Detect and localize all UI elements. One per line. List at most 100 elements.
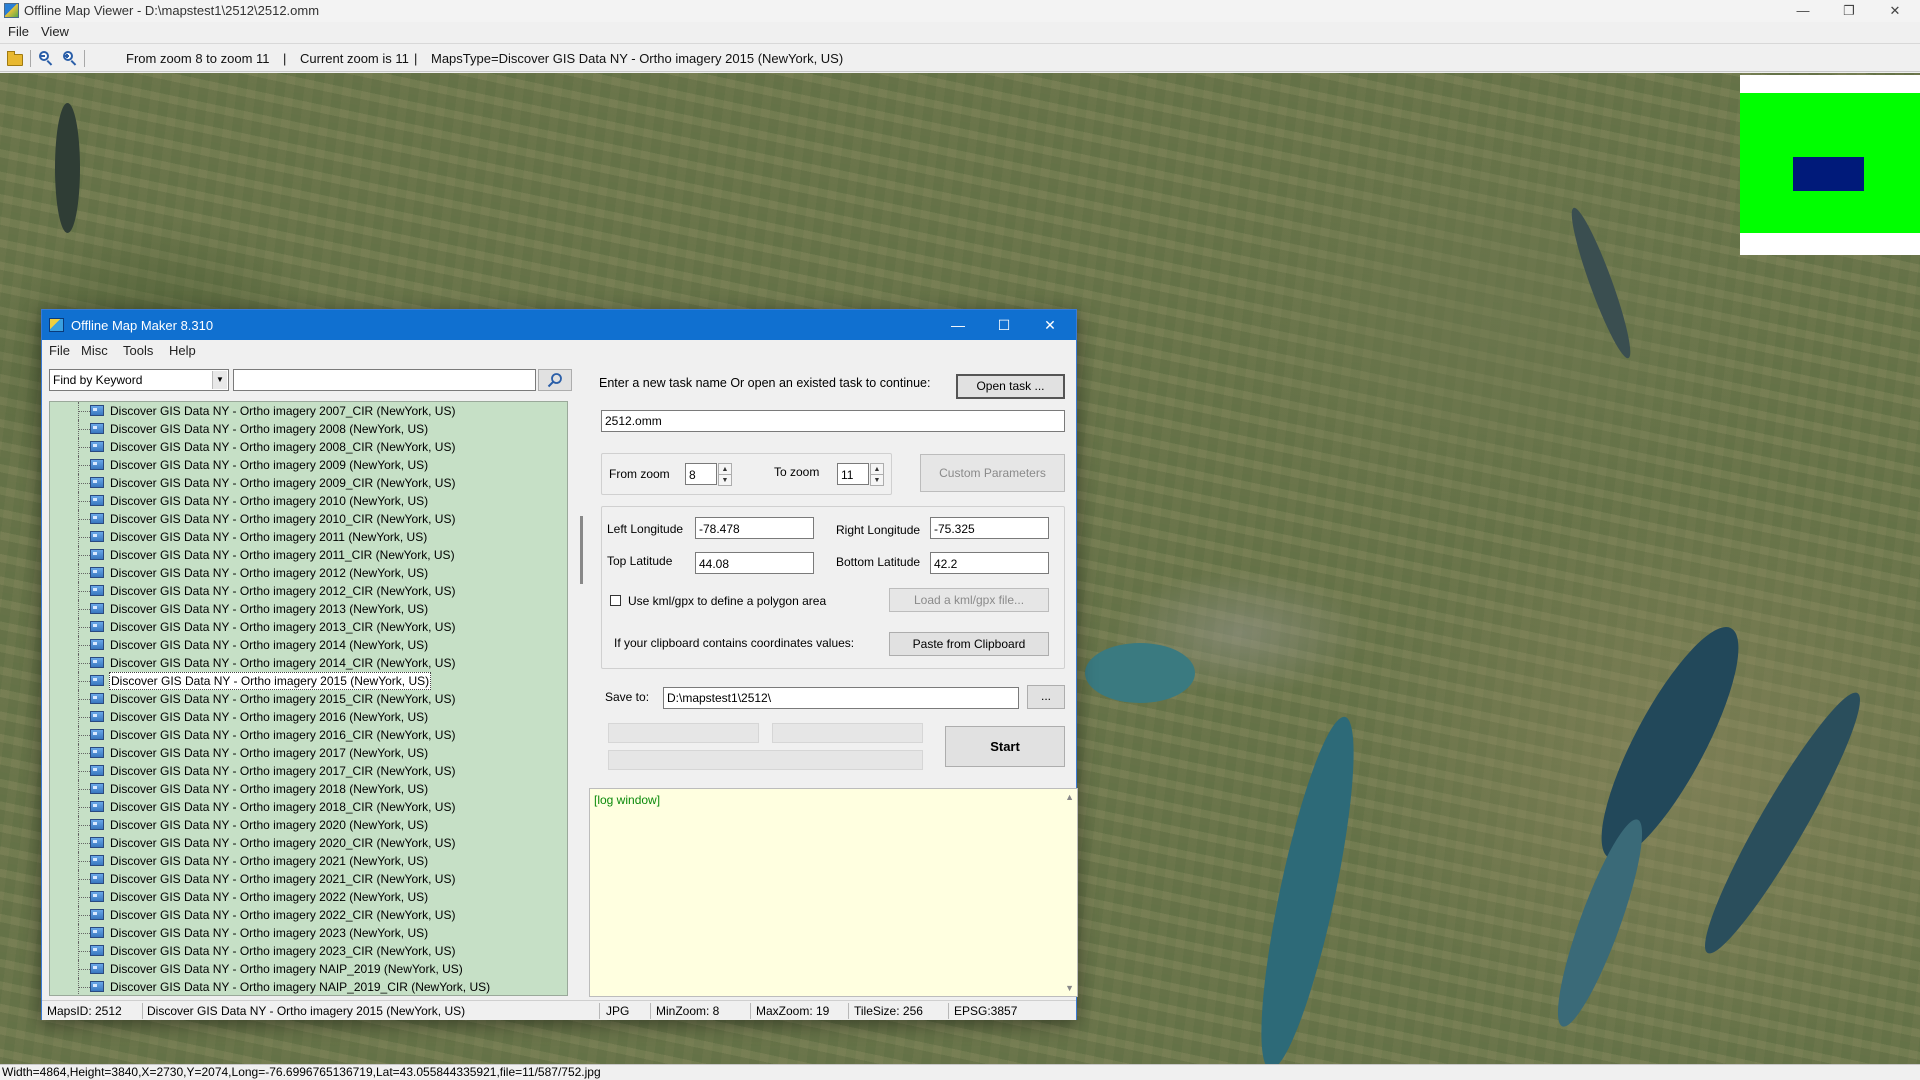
tree-item[interactable]: Discover GIS Data NY - Ortho imagery 202… — [50, 852, 550, 870]
tree-item-label: Discover GIS Data NY - Ortho imagery 201… — [110, 728, 456, 742]
tree-item-label: Discover GIS Data NY - Ortho imagery 201… — [110, 800, 456, 814]
map-layer-icon — [90, 729, 104, 740]
left-longitude-label: Left Longitude — [607, 522, 684, 536]
dialog-close-button[interactable]: ✕ — [1027, 310, 1073, 340]
tree-item[interactable]: Discover GIS Data NY - Ortho imagery 201… — [50, 510, 550, 528]
chevron-down-icon[interactable]: ▼ — [212, 371, 227, 389]
tree-item[interactable]: Discover GIS Data NY - Ortho imagery NAI… — [50, 978, 550, 995]
status-separator — [599, 1003, 600, 1019]
save-path-input[interactable]: D:\mapstest1\2512\ — [663, 687, 1019, 709]
tree-connector — [78, 915, 90, 916]
tree-scrollbar-thumb[interactable] — [580, 516, 583, 584]
close-button[interactable]: ✕ — [1872, 0, 1918, 22]
left-longitude-input[interactable]: -78.478 — [695, 517, 814, 539]
tree-item[interactable]: Discover GIS Data NY - Ortho imagery 201… — [50, 744, 550, 762]
tree-item[interactable]: Discover GIS Data NY - Ortho imagery 200… — [50, 420, 550, 438]
start-button[interactable]: Start — [945, 726, 1065, 767]
tree-item-label: Discover GIS Data NY - Ortho imagery 201… — [110, 620, 456, 634]
status-separator — [750, 1003, 751, 1019]
tree-item[interactable]: Discover GIS Data NY - Ortho imagery NAI… — [50, 960, 550, 978]
log-window[interactable]: [log window] ▲ ▼ — [589, 788, 1078, 997]
custom-parameters-button[interactable]: Custom Parameters — [920, 454, 1065, 492]
overview-minimap[interactable] — [1740, 75, 1920, 255]
tree-item[interactable]: Discover GIS Data NY - Ortho imagery 201… — [50, 726, 550, 744]
tree-connector — [78, 987, 90, 988]
tree-connector — [78, 645, 90, 646]
tree-item[interactable]: Discover GIS Data NY - Ortho imagery 201… — [50, 636, 550, 654]
dialog-menu-tools[interactable]: Tools — [123, 343, 153, 358]
tree-item[interactable]: Discover GIS Data NY - Ortho imagery 201… — [50, 762, 550, 780]
from-zoom-input[interactable]: 8 — [685, 463, 717, 485]
tree-item[interactable]: Discover GIS Data NY - Ortho imagery 202… — [50, 816, 550, 834]
to-zoom-down-icon[interactable]: ▼ — [870, 474, 884, 486]
to-zoom-input[interactable]: 11 — [837, 463, 869, 485]
tree-item-label: Discover GIS Data NY - Ortho imagery 202… — [110, 926, 429, 940]
kml-polygon-label: Use kml/gpx to define a polygon area — [628, 594, 827, 608]
tree-connector — [78, 429, 90, 430]
map-layer-icon — [90, 837, 104, 848]
restore-button[interactable]: ❐ — [1826, 0, 1872, 22]
zoom-in-icon[interactable] — [61, 49, 79, 67]
open-folder-icon[interactable] — [5, 49, 23, 67]
tree-item[interactable]: Discover GIS Data NY - Ortho imagery 202… — [50, 870, 550, 888]
search-input[interactable] — [233, 369, 536, 391]
search-button[interactable] — [538, 369, 572, 391]
minimize-button[interactable]: — — [1780, 0, 1826, 22]
tree-item[interactable]: Discover GIS Data NY - Ortho imagery 200… — [50, 438, 550, 456]
tree-item-label: Discover GIS Data NY - Ortho imagery 202… — [110, 872, 456, 886]
open-task-button[interactable]: Open task ... — [956, 374, 1065, 399]
menu-file[interactable]: File — [8, 24, 29, 39]
tree-item[interactable]: Discover GIS Data NY - Ortho imagery 201… — [50, 654, 550, 672]
tree-item[interactable]: Discover GIS Data NY - Ortho imagery 200… — [50, 474, 550, 492]
zoom-out-icon[interactable] — [37, 49, 55, 67]
map-layer-icon — [90, 711, 104, 722]
tree-item[interactable]: Discover GIS Data NY - Ortho imagery 201… — [50, 582, 550, 600]
dialog-menu-misc[interactable]: Misc — [81, 343, 108, 358]
minimap-viewport[interactable] — [1793, 157, 1864, 191]
tree-connector — [78, 969, 90, 970]
search-mode-select[interactable]: Find by Keyword ▼ — [49, 369, 229, 391]
top-latitude-input[interactable]: 44.08 — [695, 552, 814, 574]
tree-item[interactable]: Discover GIS Data NY - Ortho imagery 201… — [50, 600, 550, 618]
task-name-input[interactable]: 2512.omm — [601, 410, 1065, 432]
tree-item[interactable]: Discover GIS Data NY - Ortho imagery 201… — [50, 708, 550, 726]
tree-connector — [78, 861, 90, 862]
tree-item[interactable]: Discover GIS Data NY - Ortho imagery 201… — [50, 798, 550, 816]
map-layer-icon — [90, 585, 104, 596]
maps-tree[interactable]: Discover GIS Data NY - Ortho imagery 200… — [49, 401, 568, 996]
scroll-up-icon[interactable]: ▲ — [1065, 792, 1074, 802]
tree-item[interactable]: Discover GIS Data NY - Ortho imagery 201… — [50, 618, 550, 636]
tree-item[interactable]: Discover GIS Data NY - Ortho imagery 200… — [50, 456, 550, 474]
scroll-down-icon[interactable]: ▼ — [1065, 983, 1074, 993]
tree-item[interactable]: Discover GIS Data NY - Ortho imagery 201… — [50, 528, 550, 546]
dialog-minimize-button[interactable]: — — [935, 310, 981, 340]
dialog-menu-file[interactable]: File — [49, 343, 70, 358]
tree-item[interactable]: Discover GIS Data NY - Ortho imagery 202… — [50, 888, 550, 906]
viewer-titlebar: Offline Map Viewer - D:\mapstest1\2512\2… — [0, 0, 1920, 22]
load-kml-button[interactable]: Load a kml/gpx file... — [889, 588, 1049, 612]
right-longitude-input[interactable]: -75.325 — [930, 517, 1049, 539]
tree-scrollbar[interactable] — [573, 401, 590, 996]
browse-button[interactable]: ... — [1027, 685, 1065, 709]
tree-item[interactable]: Discover GIS Data NY - Ortho imagery 201… — [50, 546, 550, 564]
tree-item[interactable]: Discover GIS Data NY - Ortho imagery 202… — [50, 942, 550, 960]
tree-item[interactable]: Discover GIS Data NY - Ortho imagery 201… — [50, 492, 550, 510]
tree-item[interactable]: Discover GIS Data NY - Ortho imagery 201… — [50, 780, 550, 798]
dialog-menu-help[interactable]: Help — [169, 343, 196, 358]
tree-item[interactable]: Discover GIS Data NY - Ortho imagery 202… — [50, 906, 550, 924]
tree-item[interactable]: Discover GIS Data NY - Ortho imagery 202… — [50, 834, 550, 852]
tree-item[interactable]: Discover GIS Data NY - Ortho imagery 201… — [50, 672, 550, 690]
kml-polygon-checkbox[interactable] — [610, 595, 621, 606]
tree-item[interactable]: Discover GIS Data NY - Ortho imagery 201… — [50, 564, 550, 582]
tree-item[interactable]: Discover GIS Data NY - Ortho imagery 200… — [50, 402, 550, 420]
tree-item[interactable]: Discover GIS Data NY - Ortho imagery 202… — [50, 924, 550, 942]
from-zoom-down-icon[interactable]: ▼ — [718, 474, 732, 486]
tree-item[interactable]: Discover GIS Data NY - Ortho imagery 201… — [50, 690, 550, 708]
map-layer-icon — [90, 909, 104, 920]
dialog-maximize-button[interactable]: ☐ — [981, 310, 1027, 340]
menu-view[interactable]: View — [41, 24, 69, 39]
paste-clipboard-button[interactable]: Paste from Clipboard — [889, 632, 1049, 656]
tree-connector — [78, 465, 90, 466]
bottom-latitude-input[interactable]: 42.2 — [930, 552, 1049, 574]
tree-connector — [78, 825, 90, 826]
